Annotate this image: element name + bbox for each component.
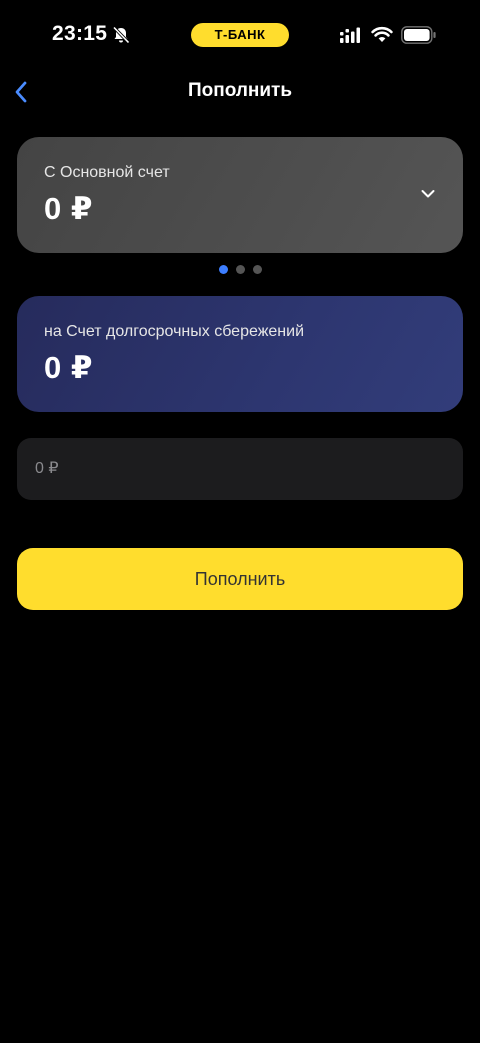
bell-slash-icon [112,26,130,44]
battery-icon [401,26,436,44]
page-dot[interactable] [252,265,262,274]
carrier-badge: Т-БАНК [191,23,289,47]
status-time: 23:15 [52,22,108,45]
status-bar: 23:15 Т-БАНК [0,0,480,70]
to-account-card[interactable]: на Счет долгосрочных сбережений 0 ₽ [17,296,463,412]
wifi-icon [371,26,393,42]
amount-input[interactable] [17,438,463,500]
page-dot[interactable] [218,265,228,274]
amount-field [17,438,463,500]
from-account-card[interactable]: С Основной счет 0 ₽ [17,137,463,253]
to-account-label: на Счет долгосрочных сбережений [44,323,305,340]
from-account-amount: 0 ₽ [44,191,93,226]
page-indicator [0,265,480,275]
nav-bar: Пополнить [0,70,480,114]
cellular-signal-icon [340,27,360,43]
from-account-label: С Основной счет [44,164,170,181]
to-account-amount: 0 ₽ [44,350,93,385]
chevron-down-icon[interactable] [419,185,437,203]
top-up-button[interactable]: Пополнить [17,548,463,610]
page-dot[interactable] [235,265,245,274]
page-title: Пополнить [187,80,293,101]
